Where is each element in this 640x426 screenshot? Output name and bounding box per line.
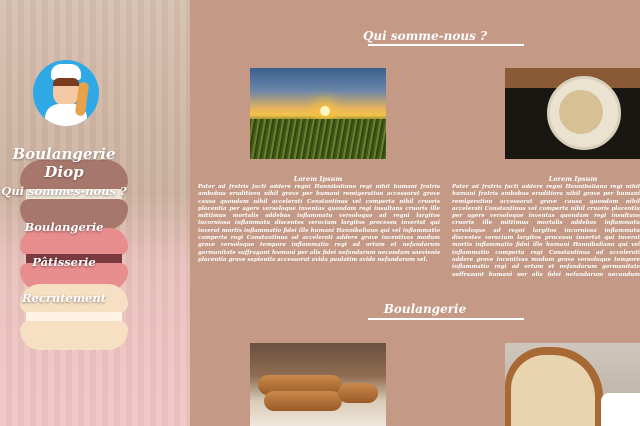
card-caption: Lorem Ipsum bbox=[548, 175, 598, 183]
section-title-boulangerie: Boulangerie bbox=[383, 302, 467, 316]
bread-loaf-image bbox=[505, 343, 640, 426]
nav-item-patisserie[interactable]: Pâtisserie bbox=[0, 255, 128, 269]
section-title-underline bbox=[368, 44, 524, 46]
baguettes-image bbox=[250, 343, 386, 426]
nav-item-qui-sommes-nous[interactable]: Qui sommes-nous ? bbox=[0, 184, 128, 198]
main-content: Qui somme-nous ? Lorem Ipsum Lorem Ipsum… bbox=[190, 0, 640, 426]
card-caption: Lorem Ipsum bbox=[293, 175, 343, 183]
nav-item-boulangerie[interactable]: Boulangerie bbox=[0, 220, 128, 234]
section-title-about: Qui somme-nous ? bbox=[362, 29, 488, 43]
sunset-field-image bbox=[250, 68, 386, 159]
baker-logo-icon bbox=[33, 60, 99, 126]
card-text: Pater ad fratris facti addere regni Hann… bbox=[198, 184, 440, 263]
nav-item-recrutement[interactable]: Recrutement bbox=[0, 291, 128, 305]
section-title-underline bbox=[368, 318, 524, 320]
brand-name: Boulangerie Diop bbox=[12, 145, 116, 181]
sourdough-jar-image bbox=[505, 68, 640, 159]
sidebar: Boulangerie Diop Qui sommes-nous ? Boula… bbox=[0, 0, 190, 426]
card-text: Pater ad fratris facti addere regni Hann… bbox=[452, 184, 640, 276]
